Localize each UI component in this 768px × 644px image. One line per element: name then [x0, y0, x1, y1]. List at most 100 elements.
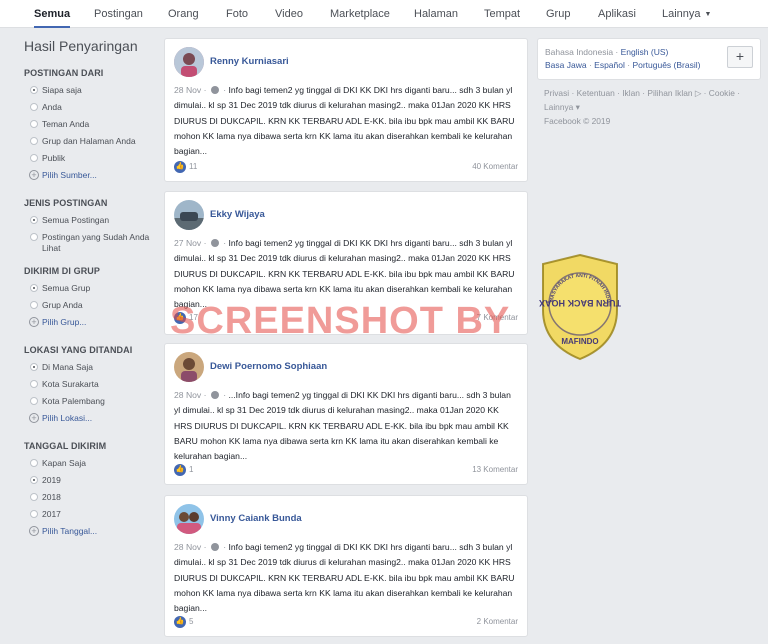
- filter-option[interactable]: Semua Postingan: [24, 215, 154, 232]
- globe-icon: [210, 86, 219, 94]
- filter-option[interactable]: 2018: [24, 492, 154, 509]
- avatar-photo-icon: [174, 504, 204, 534]
- post-date[interactable]: 28 Nov: [174, 542, 201, 552]
- tab-marketplace[interactable]: Marketplace: [330, 0, 390, 28]
- footer-link-more[interactable]: Lainnya: [544, 102, 573, 112]
- tab-grup[interactable]: Grup: [546, 0, 570, 28]
- comment-count[interactable]: 40 Komentar: [472, 161, 518, 173]
- filter-sidebar: Hasil Penyaringan POSTINGAN DARI Siapa s…: [24, 38, 154, 543]
- filter-option[interactable]: Teman Anda: [24, 119, 154, 136]
- filter-option[interactable]: Anda: [24, 102, 154, 119]
- filter-option[interactable]: 2017: [24, 509, 154, 526]
- filter-option[interactable]: Publik: [24, 153, 154, 170]
- language-line-1: Bahasa Indonesia · English (US): [545, 47, 669, 57]
- section-heading-post-type: JENIS POSTINGAN: [24, 198, 108, 208]
- tab-halaman[interactable]: Halaman: [414, 0, 458, 28]
- footer-link-cookies[interactable]: Cookie: [709, 88, 735, 98]
- like-count-value: 5: [189, 617, 194, 626]
- choose-location-link[interactable]: + Pilih Lokasi...: [24, 413, 154, 430]
- post-date[interactable]: 28 Nov: [174, 85, 201, 95]
- choose-source-link[interactable]: + Pilih Sumber...: [24, 170, 154, 187]
- filter-option-label: Postingan yang Sudah Anda Lihat: [42, 232, 150, 253]
- filter-option[interactable]: 2019: [24, 475, 154, 492]
- tab-foto[interactable]: Foto: [226, 0, 248, 28]
- filter-option-label: Kota Surakarta: [42, 379, 99, 389]
- like-count[interactable]: 👍 5: [174, 616, 224, 628]
- filter-option[interactable]: Siapa saja: [24, 85, 154, 102]
- language-link[interactable]: Español: [594, 60, 625, 70]
- language-link[interactable]: English (US): [621, 47, 669, 57]
- filter-option-label: Kapan Saja: [42, 458, 86, 468]
- radio-icon: [30, 397, 38, 405]
- filter-option-label: Kota Palembang: [42, 396, 105, 406]
- avatar[interactable]: [174, 504, 204, 534]
- filter-option[interactable]: Grup dan Halaman Anda: [24, 136, 154, 153]
- post-date[interactable]: 27 Nov: [174, 238, 201, 248]
- radio-icon: [30, 493, 38, 501]
- tab-lainnya[interactable]: Lainnya ▼: [662, 0, 711, 28]
- separator-dot: ·: [220, 85, 229, 95]
- filter-option[interactable]: Postingan yang Sudah Anda Lihat: [24, 232, 154, 260]
- section-heading-posted-in-group: DIKIRIM DI GRUP: [24, 266, 101, 276]
- post-author[interactable]: Dewi Poernomo Sophiaan: [210, 361, 327, 372]
- choose-group-link[interactable]: + Pilih Grup...: [24, 317, 154, 334]
- avatar[interactable]: [174, 47, 204, 77]
- plus-circle-icon: +: [29, 317, 39, 327]
- radio-checked-icon: [30, 86, 38, 94]
- ad-choices-icon: ▷: [692, 88, 702, 98]
- tab-semua[interactable]: Semua: [34, 0, 71, 28]
- filter-option[interactable]: Grup Anda: [24, 300, 154, 317]
- avatar[interactable]: [174, 200, 204, 230]
- choose-date-link[interactable]: + Pilih Tanggal...: [24, 526, 154, 543]
- post-message: Info bagi temen2 yg tinggal di DKI KK DK…: [174, 238, 515, 310]
- post-text: 28 Nov · · Info bagi temen2 yg tinggal d…: [174, 540, 519, 616]
- filter-option[interactable]: Kapan Saja: [24, 458, 154, 475]
- plus-circle-icon: +: [29, 413, 39, 423]
- footer-link-terms[interactable]: Ketentuan: [577, 88, 615, 98]
- post-date[interactable]: 28 Nov: [174, 390, 201, 400]
- footer-link-ads[interactable]: Iklan: [622, 88, 640, 98]
- post-text: 28 Nov · · Info bagi temen2 yg tinggal d…: [174, 83, 519, 159]
- post-author[interactable]: Ekky Wijaya: [210, 209, 265, 220]
- post-author[interactable]: Renny Kurniasari: [210, 56, 289, 67]
- radio-icon: [30, 510, 38, 518]
- comment-count[interactable]: 2 Komentar: [477, 616, 518, 628]
- post-card: Vinny Caiank Bunda 28 Nov · · Info bagi …: [164, 495, 528, 637]
- filter-option[interactable]: Kota Surakarta: [24, 379, 154, 396]
- filter-option-label: Grup Anda: [42, 300, 83, 310]
- footer-link-ad-choices[interactable]: Pilihan Iklan: [647, 88, 692, 98]
- radio-icon: [30, 233, 38, 241]
- add-language-button[interactable]: +: [727, 46, 753, 68]
- filter-option-label: Siapa saja: [42, 85, 82, 95]
- tab-postingan[interactable]: Postingan: [94, 0, 143, 28]
- globe-icon: [210, 391, 219, 399]
- filter-option[interactable]: Semua Grup: [24, 283, 154, 300]
- language-link[interactable]: Basa Jawa: [545, 60, 587, 70]
- footer-copyright: Facebook © 2019: [544, 116, 611, 126]
- footer-link-privacy[interactable]: Privasi: [544, 88, 569, 98]
- filter-option-label: Grup dan Halaman Anda: [42, 136, 136, 146]
- language-link[interactable]: Português (Brasil): [632, 60, 700, 70]
- filter-option[interactable]: Di Mana Saja: [24, 362, 154, 379]
- like-count-value: 11: [189, 162, 198, 171]
- like-count[interactable]: 👍 11: [174, 161, 224, 173]
- plus-circle-icon: +: [29, 526, 39, 536]
- filter-option-label: Semua Postingan: [42, 215, 110, 225]
- separator-dot: ·: [201, 390, 209, 400]
- post-author[interactable]: Vinny Caiank Bunda: [210, 513, 302, 524]
- filter-option-label: 2018: [42, 492, 61, 502]
- tab-tempat[interactable]: Tempat: [484, 0, 520, 28]
- like-thumb-icon: 👍: [174, 464, 186, 476]
- post-card: Renny Kurniasari 28 Nov · · Info bagi te…: [164, 38, 528, 182]
- like-thumb-icon: 👍: [174, 616, 186, 628]
- tab-video[interactable]: Video: [275, 0, 303, 28]
- tab-aplikasi[interactable]: Aplikasi: [598, 0, 636, 28]
- avatar[interactable]: [174, 352, 204, 382]
- filter-option[interactable]: Kota Palembang: [24, 396, 154, 413]
- radio-checked-icon: [30, 476, 38, 484]
- like-count[interactable]: 👍 1: [174, 464, 224, 476]
- comment-count[interactable]: 13 Komentar: [472, 464, 518, 476]
- post-message: Info bagi temen2 yg tinggal di DKI KK DK…: [174, 542, 515, 614]
- radio-icon: [30, 120, 38, 128]
- tab-orang[interactable]: Orang: [168, 0, 199, 28]
